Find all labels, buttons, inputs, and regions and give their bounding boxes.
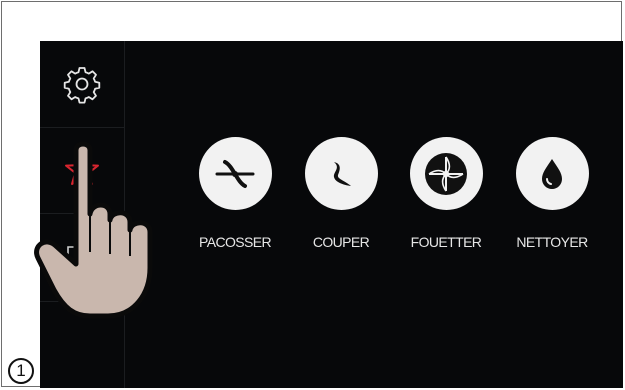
mode-fouetter-label: FOUETTER xyxy=(410,234,482,250)
step-number-badge: 1 xyxy=(8,358,34,384)
mode-pacosser-label: PACOSSER xyxy=(199,234,272,250)
mode-nettoyer-button[interactable] xyxy=(515,137,589,210)
mode-pacosser-button[interactable] xyxy=(198,137,272,210)
settings-button[interactable] xyxy=(40,41,124,128)
mode-nettoyer[interactable]: NETTOYER xyxy=(497,137,607,250)
scissor-blade-icon xyxy=(215,159,255,188)
mode-pacosser[interactable]: PACOSSER xyxy=(180,137,290,250)
mode-couper[interactable]: COUPER xyxy=(286,137,396,250)
mode-couper-label: COUPER xyxy=(312,234,370,250)
mode-fouetter-button[interactable] xyxy=(409,137,483,210)
mode-couper-button[interactable] xyxy=(304,137,378,210)
gear-icon xyxy=(63,67,101,104)
pointing-hand-icon xyxy=(34,141,153,319)
mode-fouetter[interactable]: FOUETTER xyxy=(391,137,501,250)
mode-nettoyer-label: NETTOYER xyxy=(516,234,588,250)
whisk-icon xyxy=(425,152,467,195)
cut-blade-icon xyxy=(333,161,351,186)
water-drop-icon xyxy=(542,158,562,189)
